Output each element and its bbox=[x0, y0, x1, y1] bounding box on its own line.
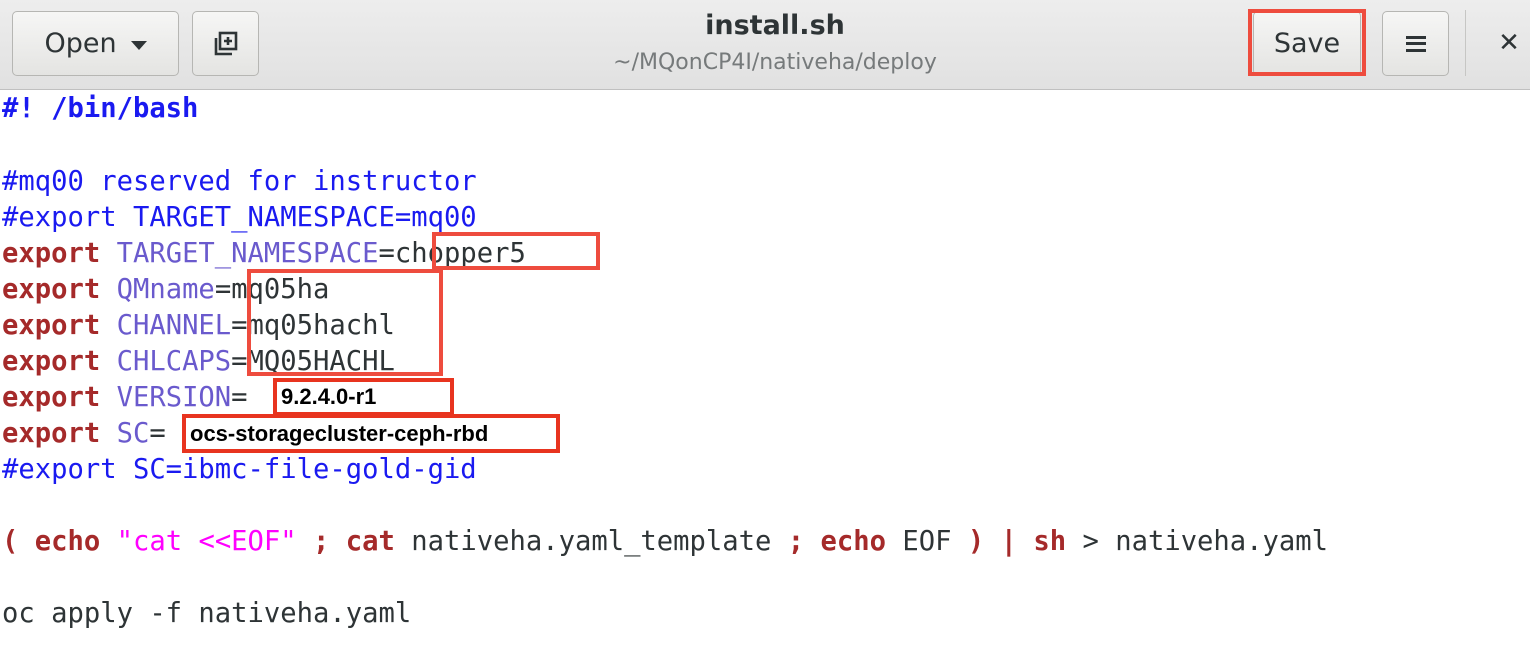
new-tab-icon bbox=[214, 31, 237, 55]
window-subtitle-path: ~/MQonCP4I/nativeha/deploy bbox=[613, 50, 937, 75]
argument-eof: EOF bbox=[902, 526, 952, 557]
equals: = bbox=[214, 274, 232, 305]
redirect: > nativeha.yaml bbox=[1082, 526, 1329, 557]
close-icon: ✕ bbox=[1498, 28, 1520, 58]
storage-class-value-box: ocs-storagecluster-ceph-rbd bbox=[182, 414, 560, 453]
equals: = bbox=[231, 310, 248, 341]
save-button[interactable]: Save bbox=[1253, 11, 1361, 76]
open-button[interactable]: Open bbox=[12, 11, 179, 76]
equals: = bbox=[231, 346, 248, 377]
keyword: export bbox=[2, 310, 101, 341]
value: chopper5 bbox=[394, 238, 526, 269]
argument: nativeha.yaml_template bbox=[411, 526, 772, 557]
new-tab-button[interactable] bbox=[192, 11, 259, 76]
close-paren: ) bbox=[967, 526, 985, 557]
open-paren: ( bbox=[2, 526, 19, 557]
open-button-label: Open bbox=[44, 28, 117, 59]
header-separator bbox=[1465, 10, 1466, 76]
version-value-box: 9.2.4.0-r1 bbox=[273, 378, 454, 416]
keyword-echo: echo bbox=[820, 526, 886, 557]
code-line-export-namespace: export TARGET_NAMESPACE=chopper5 bbox=[2, 236, 526, 272]
code-line-oc-apply: oc apply -f nativeha.yaml bbox=[2, 598, 412, 629]
variable-name: QMname bbox=[116, 274, 215, 305]
close-button[interactable]: ✕ bbox=[1492, 26, 1526, 60]
keyword: export bbox=[2, 346, 101, 377]
equals: = bbox=[378, 238, 395, 269]
semicolon: ; bbox=[313, 526, 330, 557]
semicolon: ; bbox=[787, 526, 805, 557]
keyword: export bbox=[2, 418, 101, 449]
value: MQ05HACHL bbox=[247, 346, 395, 377]
code-line-export-version: export VERSION= bbox=[2, 380, 248, 416]
value: mq05ha bbox=[231, 274, 330, 305]
equals: = bbox=[149, 418, 166, 449]
hamburger-menu-icon bbox=[1405, 35, 1426, 52]
value: mq05hachl bbox=[247, 310, 395, 341]
code-line-export-qmname: export QMname=mq05ha bbox=[2, 272, 329, 308]
keyword-cat: cat bbox=[345, 526, 395, 557]
save-button-label: Save bbox=[1273, 28, 1341, 59]
variable-name: VERSION bbox=[116, 382, 232, 413]
variable-name: TARGET_NAMESPACE bbox=[116, 238, 379, 269]
code-line-export-chlcaps: export CHLCAPS=MQ05HACHL bbox=[2, 344, 395, 380]
keyword-sh: sh bbox=[1033, 526, 1067, 557]
keyword: export bbox=[2, 382, 101, 413]
window-title: install.sh bbox=[705, 10, 845, 41]
menu-button[interactable] bbox=[1382, 11, 1449, 76]
code-line-comment-reserved: #mq00 reserved for instructor bbox=[2, 166, 477, 197]
code-line-shebang: #! /bin/bash bbox=[2, 93, 199, 124]
chevron-down-icon bbox=[130, 41, 147, 50]
equals: = bbox=[231, 382, 248, 413]
keyword-echo: echo bbox=[34, 526, 101, 557]
pipe: | bbox=[1000, 526, 1017, 557]
variable-name: SC bbox=[116, 418, 150, 449]
keyword: export bbox=[2, 238, 101, 269]
string-literal: "cat <<EOF" bbox=[116, 526, 297, 557]
text-editor[interactable]: #! /bin/bash #mq00 reserved for instruct… bbox=[0, 91, 1530, 662]
keyword: export bbox=[2, 274, 101, 305]
header-bar: Open install.sh ~/MQonCP4I/nativeha/depl… bbox=[0, 0, 1530, 90]
code-line-comment-export-sc: #export SC=ibmc-file-gold-gid bbox=[2, 454, 477, 485]
code-line-export-sc: export SC= bbox=[2, 416, 166, 452]
code-line-comment-export-ns: #export TARGET_NAMESPACE=mq00 bbox=[2, 202, 477, 233]
variable-name: CHLCAPS bbox=[116, 346, 232, 377]
variable-name: CHANNEL bbox=[116, 310, 232, 341]
code-line-export-channel: export CHANNEL=mq05hachl bbox=[2, 308, 395, 344]
code-line-pipeline: ( echo "cat <<EOF" ; cat nativeha.yaml_t… bbox=[2, 524, 1328, 560]
